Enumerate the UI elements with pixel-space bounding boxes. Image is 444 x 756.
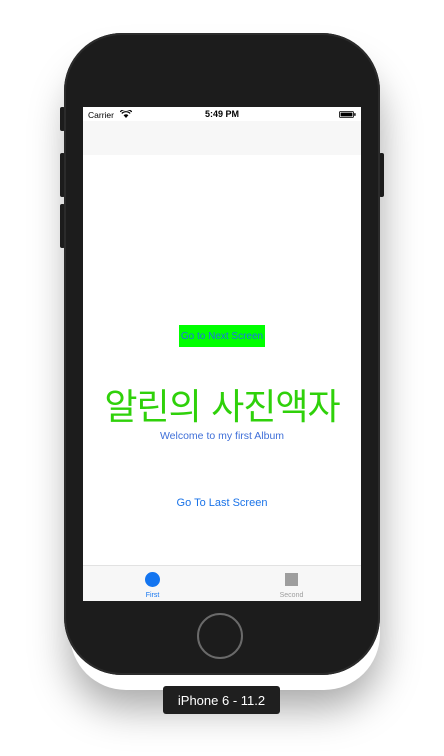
tab-first-label: First: [145, 592, 160, 599]
go-to-last-screen-button[interactable]: Go To Last Screen: [83, 497, 361, 509]
simulator-device-label: iPhone 6 - 11.2: [163, 686, 280, 714]
main-content: Go to Next Screen 알린의 사진액자 Welcome to my…: [83, 155, 361, 565]
tab-second-label: Second: [279, 592, 304, 599]
tab-first[interactable]: First: [83, 566, 222, 601]
phone-screen: Carrier 5:49 PM Go to Next Screen 알린의 사진…: [83, 107, 361, 601]
status-bar: Carrier 5:49 PM: [83, 107, 361, 121]
status-time: 5:49 PM: [204, 109, 239, 119]
go-to-next-screen-button[interactable]: Go to Next Screen: [179, 325, 265, 347]
square-icon: [285, 573, 298, 586]
album-title: 알린의 사진액자: [104, 387, 340, 428]
tab-bar: First Second: [83, 565, 361, 601]
circle-icon: [145, 572, 160, 587]
navigation-bar: [83, 121, 361, 155]
welcome-label: Welcome to my first Album: [159, 430, 285, 442]
battery-icon: [339, 111, 356, 118]
tab-second[interactable]: Second: [222, 566, 361, 601]
home-button[interactable]: [197, 613, 243, 659]
